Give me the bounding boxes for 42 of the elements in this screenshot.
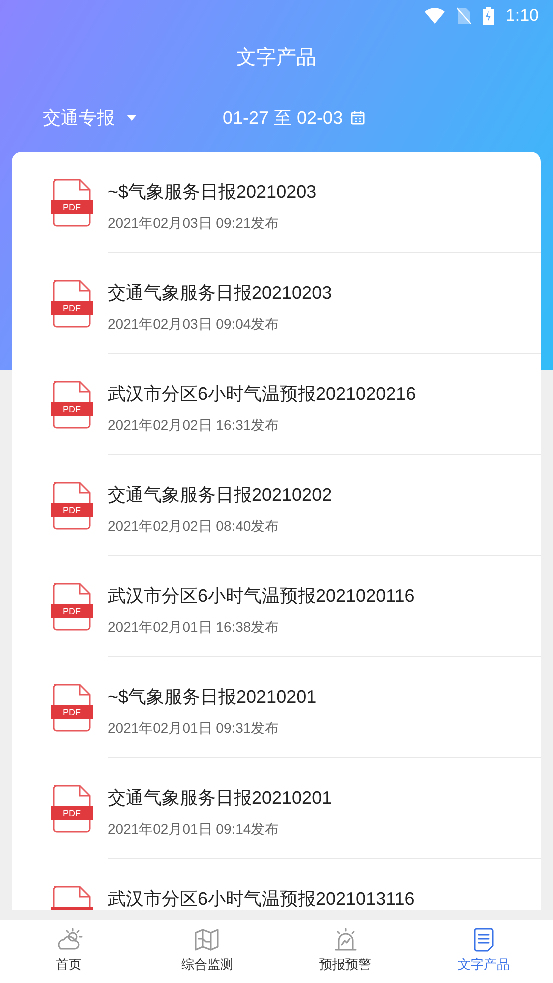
document-item[interactable]: PDF 交通气象服务日报20210202 2021年02月02日 08:40发布 bbox=[12, 455, 541, 556]
document-item[interactable]: PDF 武汉市分区6小时气温预报2021020216 2021年02月02日 16:31发布 bbox=[12, 354, 541, 455]
document-title: 武汉市分区6小时气温预报2021013116 bbox=[108, 888, 415, 910]
publish-time: 2021年02月01日 16:38发布 bbox=[108, 618, 280, 637]
nav-tab[interactable]: 综合监测 bbox=[138, 920, 276, 983]
document-item[interactable]: PDF ~$气象服务日报20210201 2021年02月01日 09:31发布 bbox=[12, 657, 541, 758]
document-title: 交通气象服务日报20210202 bbox=[108, 484, 332, 507]
publish-time: 2021年02月01日 09:31发布 bbox=[108, 719, 280, 738]
document-title: 交通气象服务日报20210201 bbox=[108, 787, 332, 810]
pdf-file-icon: PDF bbox=[50, 684, 94, 732]
no-sim-icon bbox=[456, 7, 471, 25]
document-icon bbox=[472, 928, 495, 952]
nav-tab[interactable]: 首页 bbox=[0, 920, 138, 983]
publish-time: 2021年02月02日 08:40发布 bbox=[108, 517, 280, 536]
nav-tab[interactable]: 文字产品 bbox=[414, 920, 553, 983]
nav-tab[interactable]: 预报预警 bbox=[276, 920, 415, 983]
document-title: 武汉市分区6小时气温预报2021020116 bbox=[108, 585, 415, 608]
document-title: ~$气象服务日报20210203 bbox=[108, 181, 317, 204]
pdf-file-icon: PDF bbox=[50, 785, 94, 833]
map-icon bbox=[194, 928, 220, 952]
alarm-light-icon bbox=[332, 928, 359, 952]
document-title: 交通气象服务日报20210203 bbox=[108, 282, 332, 305]
publish-time: 2021年02月01日 09:14发布 bbox=[108, 820, 280, 839]
document-item[interactable]: PDF 交通气象服务日报20210203 2021年02月03日 09:04发布 bbox=[12, 253, 541, 354]
pdf-file-icon: PDF bbox=[50, 583, 94, 631]
caret-icon bbox=[127, 115, 137, 121]
publish-time: 2021年02月03日 09:21发布 bbox=[108, 214, 280, 233]
document-item[interactable]: PDF 交通气象服务日报20210201 2021年02月01日 09:14发布 bbox=[12, 758, 541, 859]
page-title: 文字产品 bbox=[236, 46, 316, 71]
pdf-file-icon: PDF bbox=[50, 482, 94, 530]
pdf-file-icon: PDF bbox=[50, 179, 94, 227]
document-item[interactable]: PDF ~$气象服务日报20210203 2021年02月03日 09:21发布 bbox=[12, 152, 541, 253]
status-time: 1:10 bbox=[506, 5, 539, 28]
document-item[interactable]: PDF 武汉市分区6小时气温预报2021020116 2021年02月01日 16:38发布 bbox=[12, 556, 541, 657]
pdf-file-icon: PDF bbox=[50, 280, 94, 328]
publish-time: 2021年02月03日 09:04发布 bbox=[108, 315, 280, 334]
wifi-icon bbox=[424, 8, 445, 24]
publish-time: 2021年02月02日 16:31发布 bbox=[108, 416, 280, 435]
calendar-icon bbox=[351, 111, 366, 125]
document-title: ~$气象服务日报20210201 bbox=[108, 686, 317, 709]
document-title: 武汉市分区6小时气温预报2021020216 bbox=[108, 383, 416, 406]
pdf-file-icon: PDF bbox=[50, 381, 94, 429]
